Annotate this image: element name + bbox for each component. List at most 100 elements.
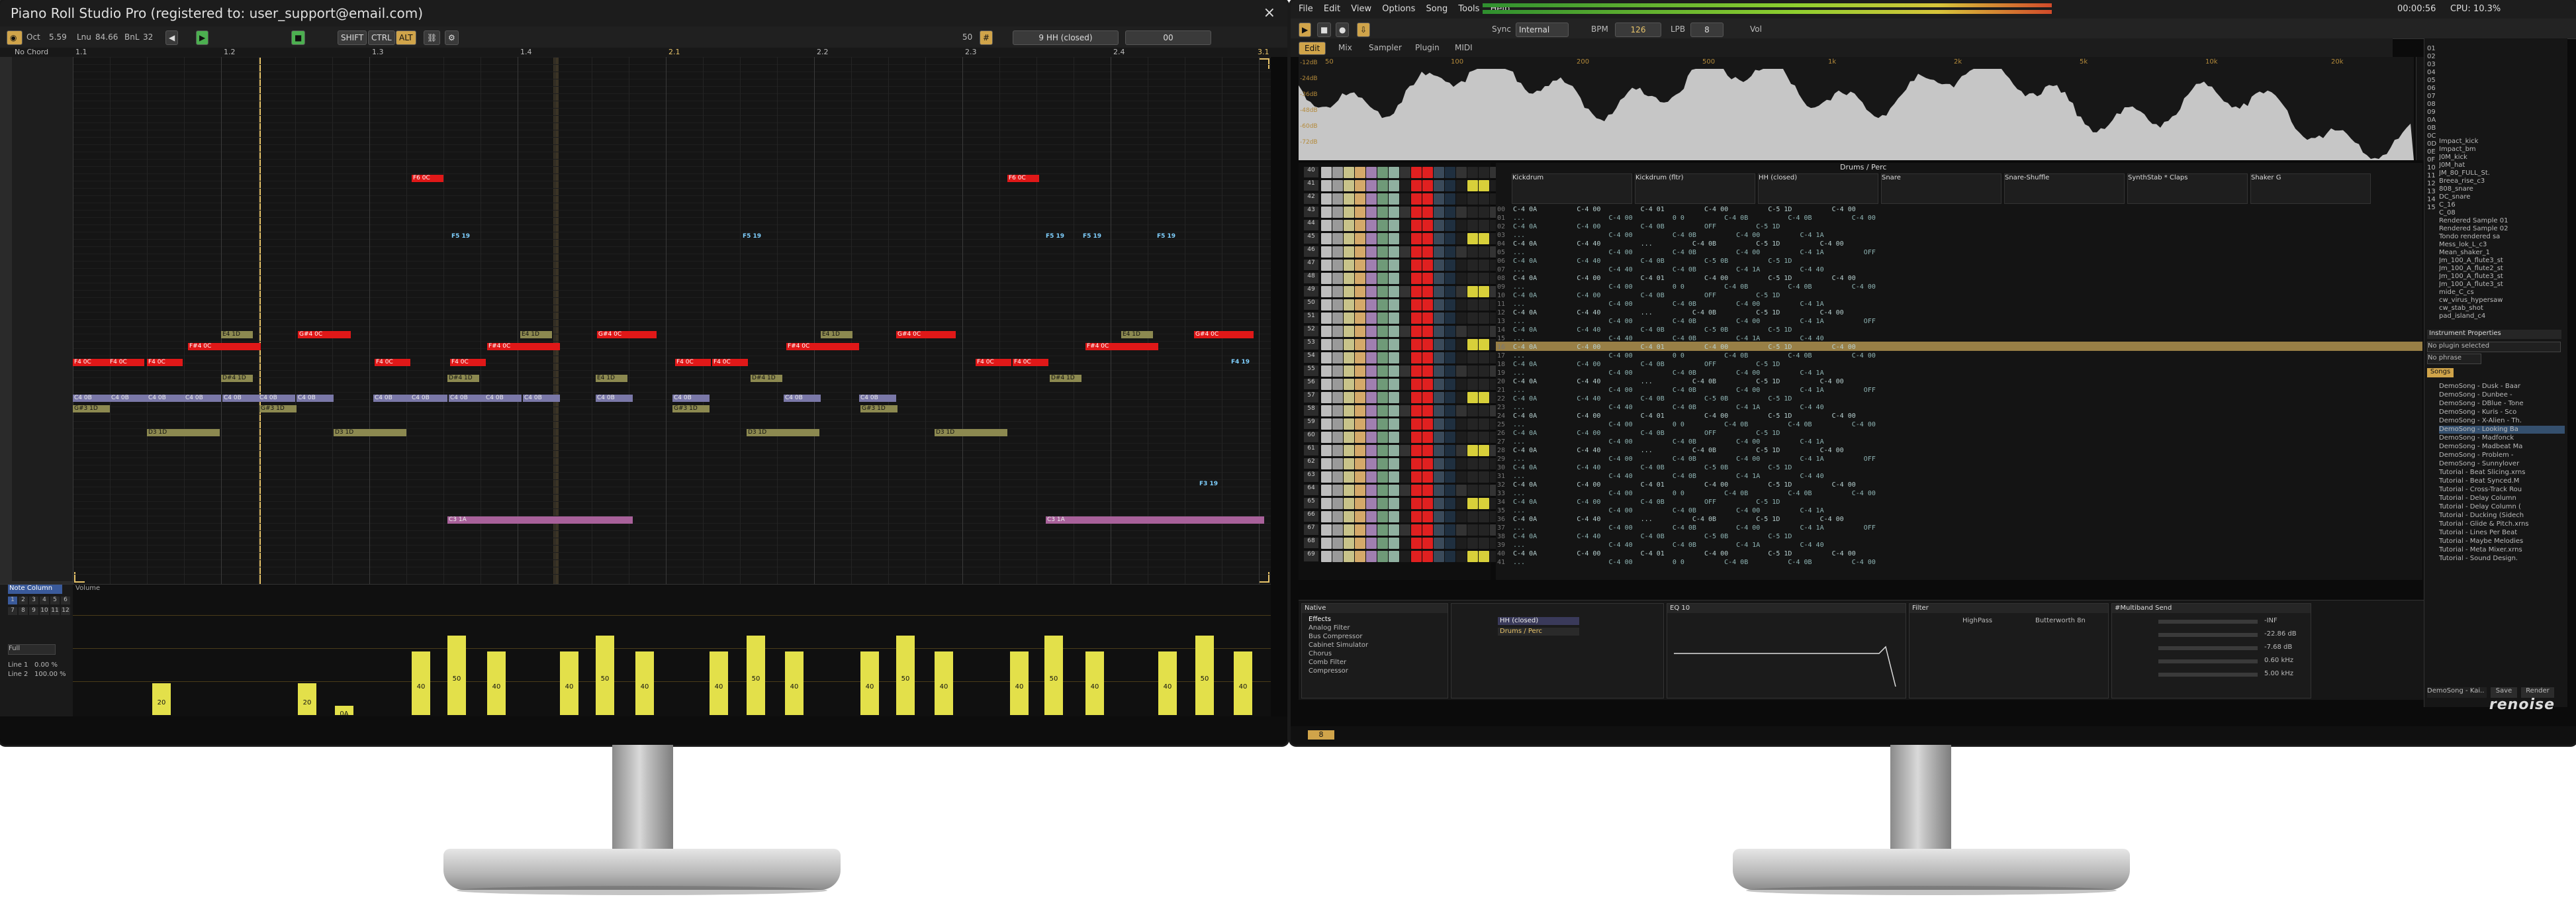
matrix-slot[interactable] xyxy=(1479,312,1489,324)
amount-value[interactable]: -INF xyxy=(2264,617,2277,624)
pattern-row[interactable]: ... C-4 00 C-4 0B C-4 00 C-4 1A xyxy=(1513,231,2422,240)
midi-note[interactable]: C4 0B xyxy=(484,395,522,402)
effect-item[interactable]: Bus Compressor xyxy=(1309,633,1362,640)
matrix-slot[interactable] xyxy=(1456,458,1467,469)
piano-key[interactable] xyxy=(12,465,73,480)
matrix-slot[interactable] xyxy=(1422,445,1433,456)
matrix-slot[interactable] xyxy=(1467,524,1478,536)
matrix-slot[interactable] xyxy=(1366,167,1377,178)
matrix-slot[interactable] xyxy=(1366,233,1377,244)
matrix-slot[interactable] xyxy=(1366,432,1377,443)
matrix-row-number[interactable]: 47 xyxy=(1304,260,1318,270)
matrix-slot[interactable] xyxy=(1377,167,1388,178)
pattern-row[interactable]: C-4 0A C-4 40 ... C-4 0B C-5 1D C-4 00 xyxy=(1513,377,2422,386)
midi-note[interactable]: C4 0B xyxy=(784,395,821,402)
mode-select[interactable]: Full xyxy=(8,644,56,655)
velocity-bar[interactable]: 40 xyxy=(1010,651,1029,715)
sample-item[interactable]: Mess_lok_L_c3 xyxy=(2439,241,2565,249)
matrix-slot[interactable] xyxy=(1467,339,1478,350)
matrix-row-number[interactable]: 59 xyxy=(1304,418,1318,429)
matrix-slot[interactable] xyxy=(1467,445,1478,456)
matrix-slot[interactable] xyxy=(1377,207,1388,218)
matrix-slot[interactable] xyxy=(1479,193,1489,205)
matrix-slot[interactable] xyxy=(1422,392,1433,403)
matrix-slot[interactable] xyxy=(1456,246,1467,258)
matrix-slot[interactable] xyxy=(1479,365,1489,377)
matrix-slot[interactable] xyxy=(1400,392,1410,403)
pattern-row[interactable]: ... C-4 00 C-4 0B C-4 00 C-4 1A xyxy=(1513,506,2422,515)
matrix-slot[interactable] xyxy=(1389,445,1399,456)
matrix-slot[interactable] xyxy=(1355,551,1365,562)
song-file-item[interactable]: Tutorial - Ducking (Sidech xyxy=(2439,512,2565,520)
midi-note[interactable]: F5 19 xyxy=(450,233,477,240)
matrix-slot[interactable] xyxy=(1434,538,1444,549)
matrix-slot[interactable] xyxy=(1355,233,1365,244)
matrix-slot[interactable] xyxy=(1445,180,1455,191)
matrix-slot[interactable] xyxy=(1445,312,1455,324)
midi-note[interactable]: F4 0C xyxy=(675,359,711,366)
matrix-row-number[interactable]: 65 xyxy=(1304,498,1318,508)
matrix-slot[interactable] xyxy=(1467,180,1478,191)
matrix-slot[interactable] xyxy=(1434,485,1444,496)
matrix-slot[interactable] xyxy=(1389,365,1399,377)
matrix-slot[interactable] xyxy=(1344,207,1354,218)
matrix-slot[interactable] xyxy=(1411,180,1422,191)
matrix-slot[interactable] xyxy=(1321,365,1332,377)
matrix-slot[interactable] xyxy=(1332,273,1343,284)
phrase-select[interactable]: No phrase xyxy=(2427,354,2481,364)
matrix-slot[interactable] xyxy=(1366,445,1377,456)
matrix-slot[interactable] xyxy=(1445,551,1455,562)
midi-note[interactable]: E4 1D xyxy=(520,331,552,338)
piano-key[interactable] xyxy=(12,523,73,538)
midi-note[interactable]: G#3 1D xyxy=(73,405,110,412)
matrix-slot[interactable] xyxy=(1479,485,1489,496)
matrix-slot[interactable] xyxy=(1445,458,1455,469)
matrix-slot[interactable] xyxy=(1366,538,1377,549)
matrix-slot[interactable] xyxy=(1400,511,1410,522)
piano-key[interactable] xyxy=(12,479,73,495)
matrix-slot[interactable] xyxy=(1366,511,1377,522)
matrix-slot[interactable] xyxy=(1456,260,1467,271)
len-field[interactable]: 84.66 xyxy=(93,30,120,44)
spectrum-analyzer[interactable]: 50 100 200 500 1k 2k 5k 10k 20k -12dB -24dB -36dB -4… xyxy=(1299,57,2414,160)
piano-key[interactable] xyxy=(12,246,73,262)
velocity-bar[interactable]: 40 xyxy=(935,651,953,715)
midi-note[interactable]: F4 0C xyxy=(375,359,410,366)
song-file-item[interactable]: Tutorial - Lines Per Beat xyxy=(2439,529,2565,537)
effect-item[interactable]: Cabinet Simulator xyxy=(1309,642,1368,649)
matrix-slot[interactable] xyxy=(1389,260,1399,271)
matrix-slot[interactable] xyxy=(1445,273,1455,284)
matrix-slot[interactable] xyxy=(1422,326,1433,337)
matrix-slot[interactable] xyxy=(1321,312,1332,324)
matrix-slot[interactable] xyxy=(1456,180,1467,191)
matrix-slot[interactable] xyxy=(1434,220,1444,231)
matrix-slot[interactable] xyxy=(1355,167,1365,178)
midi-note[interactable]: C4 0B xyxy=(410,395,447,402)
matrix-slot[interactable] xyxy=(1400,260,1410,271)
matrix-slot[interactable] xyxy=(1411,233,1422,244)
pattern-row[interactable]: C-4 0A C-4 00 C-4 01 C-4 00 C-5 1D C-4 0… xyxy=(1513,205,2422,214)
matrix-slot[interactable] xyxy=(1467,273,1478,284)
velocity-bar[interactable]: 40 xyxy=(860,651,879,715)
bpm-field[interactable]: 126 xyxy=(1615,23,1661,37)
matrix-slot[interactable] xyxy=(1377,273,1388,284)
piano-key[interactable] xyxy=(12,57,73,72)
matrix-slot[interactable] xyxy=(1332,418,1343,430)
matrix-slot[interactable] xyxy=(1344,524,1354,536)
piano-key[interactable] xyxy=(12,567,73,582)
matrix-slot[interactable] xyxy=(1389,432,1399,443)
velocity-bar[interactable]: 40 xyxy=(487,651,506,715)
matrix-slot[interactable] xyxy=(1332,379,1343,390)
matrix-slot[interactable] xyxy=(1479,352,1489,363)
matrix-slot[interactable] xyxy=(1344,273,1354,284)
matrix-slot[interactable] xyxy=(1321,418,1332,430)
matrix-slot[interactable] xyxy=(1366,365,1377,377)
piano-key[interactable] xyxy=(12,217,73,232)
matrix-slot[interactable] xyxy=(1445,193,1455,205)
note-column-cell[interactable]: 12 xyxy=(61,607,70,615)
sample-item[interactable]: C_08 xyxy=(2439,209,2565,217)
midi-note[interactable]: G#3 1D xyxy=(259,405,297,412)
effect-item[interactable]: Effects xyxy=(1309,616,1331,623)
piano-key[interactable] xyxy=(12,392,73,407)
matrix-slot[interactable] xyxy=(1411,220,1422,231)
